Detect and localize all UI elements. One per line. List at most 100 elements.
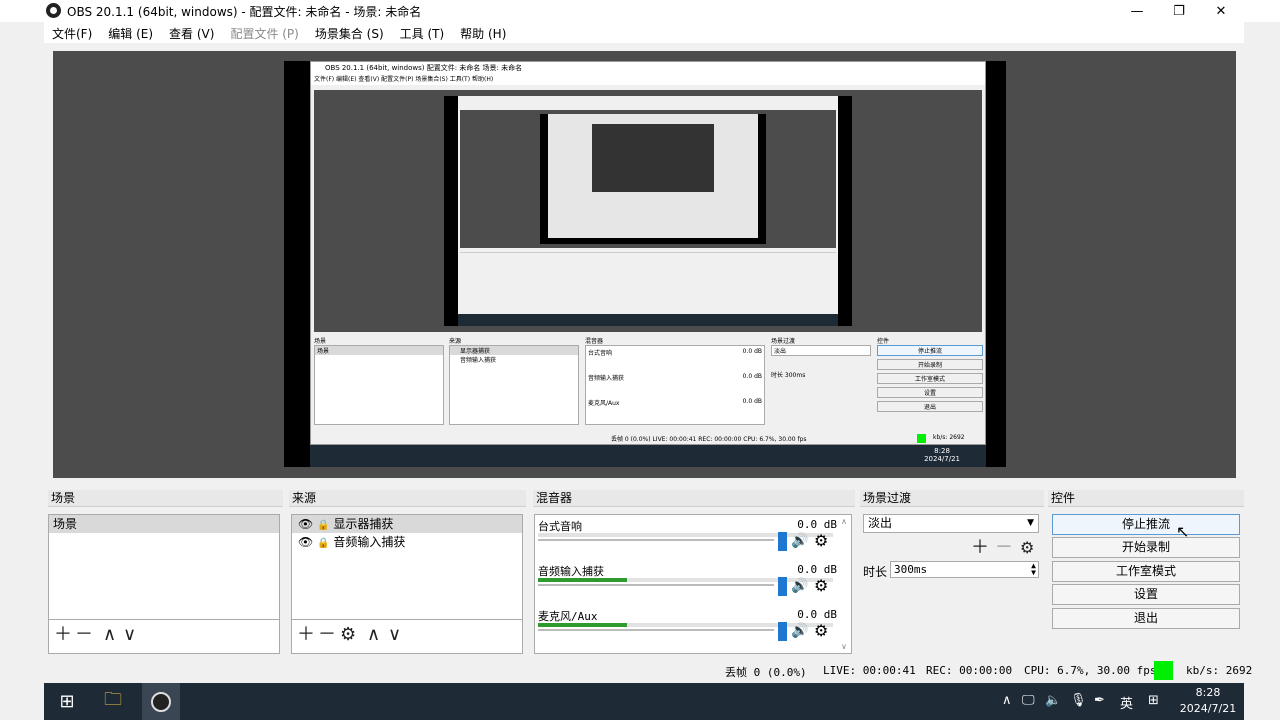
gear-icon[interactable]: ⚙ — [814, 576, 828, 595]
mixer-dock-title: 混音器 — [533, 490, 855, 507]
obs-icon[interactable] — [142, 683, 180, 720]
nested-channel-name: 台式音响 — [588, 350, 613, 357]
sources-list[interactable]: 👁 🔒 显示器捕获 👁 🔒 音频输入捕获 — [291, 514, 523, 620]
source-properties-gear-icon[interactable]: ⚙ — [340, 626, 356, 644]
mic-icon[interactable]: 🎙 — [1070, 693, 1087, 708]
restore-button[interactable]: ❐ — [1156, 0, 1202, 22]
nested-channel-name: 音频输入捕获 — [588, 375, 625, 382]
volume-slider[interactable] — [538, 629, 774, 631]
volume-slider[interactable] — [538, 539, 774, 541]
nested-mixer-channel: 音频输入捕获 0.0 dB — [588, 373, 762, 398]
cpu-fps: CPU: 6.7%, 30.00 fps — [1024, 664, 1157, 677]
volume-slider-handle[interactable] — [778, 532, 787, 551]
add-scene-button[interactable]: ＋ — [54, 626, 72, 644]
dropped-frames: 丢帧 0 (0.0%) — [725, 666, 807, 679]
lock-icon[interactable]: 🔒 — [317, 520, 329, 531]
speaker-icon[interactable]: 🔊 — [791, 578, 808, 594]
nested-taskbar: 8:28 2024/7/21 — [310, 445, 986, 467]
mouse-cursor-icon: ↖ — [1176, 522, 1190, 541]
channel-name: 音频输入捕获 — [538, 565, 604, 578]
nested-channel-db: 0.0 dB — [742, 373, 762, 380]
menu-scene-collection[interactable]: 场景集合 (S) — [307, 22, 392, 43]
meter-fill — [538, 623, 627, 627]
studio-mode-button[interactable]: 工作室模式 — [1052, 561, 1240, 582]
nested-channel-db: 0.0 dB — [742, 348, 762, 355]
lock-icon[interactable]: 🔒 — [317, 538, 329, 549]
scroll-down-icon[interactable]: ∨ — [839, 642, 849, 651]
speaker-icon[interactable]: 🔈 — [1045, 693, 1061, 708]
nested2-taskbar — [458, 314, 838, 326]
scenes-list[interactable]: 场景 — [48, 514, 280, 620]
keyboard-icon[interactable]: ⊞ — [1148, 693, 1159, 708]
nested-preview-frame — [444, 96, 852, 326]
volume-slider[interactable] — [538, 584, 774, 586]
source-label: 显示器捕获 — [333, 517, 394, 531]
remove-scene-button[interactable]: － — [75, 626, 93, 644]
transition-properties-gear-icon[interactable]: ⚙ — [1020, 539, 1034, 557]
menu-edit[interactable]: 编辑 (E) — [100, 22, 161, 43]
scenes-toolbar: ＋ － ∧ ∨ — [48, 620, 280, 654]
volume-meter — [538, 533, 833, 537]
controls-dock-title: 控件 — [1048, 490, 1244, 507]
clock[interactable]: 8:28 2024/7/21 — [1174, 685, 1242, 717]
volume-slider-handle[interactable] — [778, 577, 787, 596]
stop-streaming-button[interactable]: 停止推流 — [1052, 514, 1240, 535]
ime-indicator[interactable]: 英 — [1120, 693, 1133, 712]
menu-file[interactable]: 文件(F) — [44, 22, 100, 43]
mixer-scrollbar[interactable]: ∧ ∨ — [839, 517, 849, 651]
move-source-up-button[interactable]: ∧ — [367, 626, 380, 644]
spin-arrows-icon[interactable]: ▲ ▼ — [1031, 562, 1036, 577]
nested-settings: 设置 — [877, 387, 983, 398]
add-transition-button[interactable]: ＋ — [971, 539, 989, 557]
speaker-icon[interactable]: 🔊 — [791, 623, 808, 639]
eye-icon[interactable]: 👁 — [298, 517, 313, 531]
network-icon[interactable]: 🖵 — [1022, 693, 1035, 708]
eye-icon[interactable]: 👁 — [298, 535, 313, 549]
source-item[interactable]: 👁 🔒 音频输入捕获 — [292, 533, 522, 551]
gear-icon[interactable]: ⚙ — [814, 621, 828, 640]
move-scene-up-button[interactable]: ∧ — [103, 626, 116, 644]
scene-item[interactable]: 场景 — [49, 515, 279, 533]
chevron-up-icon[interactable]: ∧ — [1002, 693, 1012, 708]
live-timer: LIVE: 00:00:41 — [823, 664, 916, 677]
remove-source-button[interactable]: － — [318, 626, 336, 644]
rec-timer: REC: 00:00:00 — [926, 664, 1013, 677]
menu-help[interactable]: 帮助 (H) — [452, 22, 514, 43]
gear-icon[interactable]: ⚙ — [814, 531, 828, 550]
nested-transitions-title: 场景过渡 — [771, 338, 796, 345]
move-scene-down-button[interactable]: ∨ — [123, 626, 136, 644]
minimize-button[interactable]: — — [1114, 0, 1160, 22]
channel-db: 0.0 dB — [797, 518, 837, 531]
menu-profile[interactable]: 配置文件 (P) — [222, 22, 306, 43]
menu-tools[interactable]: 工具 (T) — [392, 22, 453, 43]
windows-start-icon[interactable]: ⊞ — [50, 683, 84, 720]
scroll-up-icon[interactable]: ∧ — [839, 517, 849, 526]
nested-start-record: 开始录制 — [877, 359, 983, 370]
nested2-window — [458, 96, 838, 314]
nested-controls-title: 控件 — [877, 338, 890, 345]
start-recording-button[interactable]: 开始录制 — [1052, 537, 1240, 558]
volume-slider-handle[interactable] — [778, 622, 787, 641]
nested2-preview — [460, 110, 836, 248]
duration-spinbox[interactable]: 300ms ▲ ▼ — [890, 561, 1039, 578]
nested-controls-dock: 控件 停止推流 开始录制 工作室模式 设置 退出 — [877, 336, 983, 428]
sources-toolbar: ＋ － ⚙ ∧ ∨ — [291, 620, 523, 654]
close-button[interactable]: ✕ — [1198, 0, 1244, 22]
exit-button[interactable]: 退出 — [1052, 608, 1240, 629]
speaker-icon[interactable]: 🔊 — [791, 533, 808, 549]
menu-view[interactable]: 查看 (V) — [161, 22, 222, 43]
remove-transition-button[interactable]: － — [995, 539, 1013, 557]
source-item[interactable]: 👁 🔒 显示器捕获 — [292, 515, 522, 533]
settings-button[interactable]: 设置 — [1052, 584, 1240, 605]
move-source-down-button[interactable]: ∨ — [388, 626, 401, 644]
pen-icon[interactable]: ✒ — [1094, 693, 1105, 708]
menu-bar: 文件(F) 编辑 (E) 查看 (V) 配置文件 (P) 场景集合 (S) 工具… — [44, 22, 1244, 43]
transition-select[interactable]: 淡出 ▼ — [863, 514, 1039, 533]
nested-preview — [314, 90, 982, 332]
add-source-button[interactable]: ＋ — [297, 626, 315, 644]
nested-sources-title: 来源 — [449, 338, 462, 345]
nested-title: OBS 20.1.1 (64bit, windows) 配置文件: 未命名 场景… — [311, 62, 985, 74]
duration-label: 时长 — [863, 565, 888, 579]
file-explorer-icon[interactable]: 🗀 — [96, 683, 130, 720]
nested-sources-dock: 来源 显示器捕获 音频输入捕获 — [449, 336, 579, 428]
